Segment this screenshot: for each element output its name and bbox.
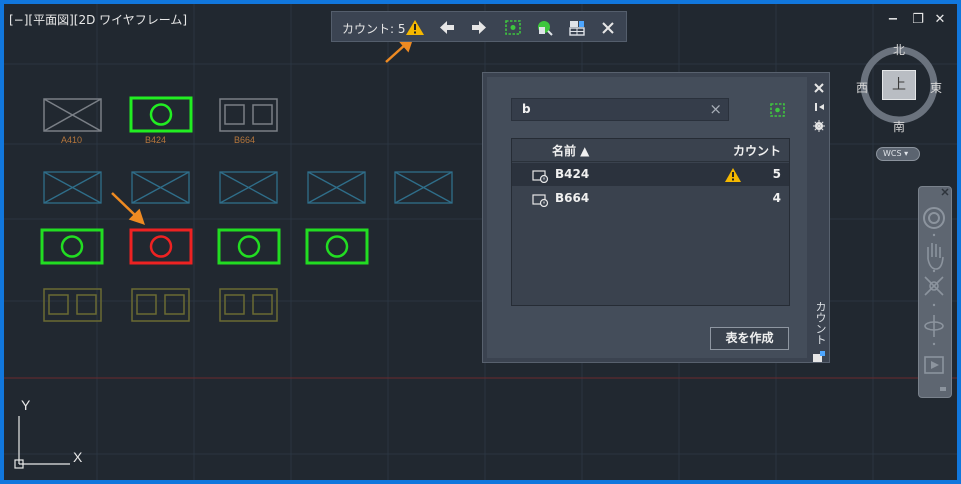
compass-east[interactable]: 東	[930, 79, 942, 96]
compass-west[interactable]: 西	[856, 79, 868, 96]
block-name: B424	[555, 167, 590, 181]
block-icon	[532, 192, 550, 211]
close-viewport-button[interactable]: ✕	[932, 12, 948, 28]
block-icon	[532, 168, 550, 187]
clear-search-icon[interactable]: ×	[709, 100, 722, 118]
list-item[interactable]: B424 5	[512, 163, 789, 186]
count-label: カウント:	[342, 22, 395, 36]
block-name: B664	[555, 191, 590, 205]
count-palette-icon	[812, 348, 826, 367]
list-item[interactable]: B664 4	[512, 187, 789, 210]
palette-title: カウント	[814, 301, 827, 345]
column-header-count[interactable]: カウント	[733, 142, 781, 159]
steering-wheel-icon[interactable]	[923, 207, 945, 229]
properties-gear-icon[interactable]	[813, 117, 825, 136]
block-b424-instance[interactable]	[305, 228, 369, 265]
ucs-icon	[14, 416, 70, 469]
navigation-bar-tools	[923, 188, 949, 391]
list-header: 名前 ▲ カウント	[512, 139, 789, 162]
palette-side-strip: カウント	[809, 75, 829, 362]
ucs-x-label: X	[73, 449, 83, 465]
block-label: B424	[145, 135, 166, 145]
warning-icon[interactable]	[405, 18, 425, 37]
select-objects-icon[interactable]	[769, 101, 787, 123]
search-value: b	[522, 102, 531, 116]
block-b424-green[interactable]	[129, 96, 193, 133]
create-table-button[interactable]: 表を作成	[710, 327, 789, 350]
count-palette: b × 名前 ▲ カウント B424 5 B664 4 表を作成 カウント	[482, 72, 830, 363]
navbar-options-icon[interactable]	[940, 387, 946, 391]
block-label: A410	[61, 135, 82, 145]
autohide-icon[interactable]	[813, 98, 825, 117]
block-b424-instance[interactable]	[40, 228, 104, 265]
block-count: 4	[772, 191, 781, 205]
orbit-icon[interactable]	[924, 315, 944, 337]
pan-hand-icon[interactable]	[927, 243, 944, 270]
close-palette-icon[interactable]	[813, 79, 825, 98]
block-count: 5	[772, 167, 781, 181]
column-header-name[interactable]: 名前 ▲	[552, 142, 589, 159]
restore-button[interactable]: ❐	[910, 12, 926, 28]
search-input[interactable]: b ×	[511, 98, 729, 121]
viewcube[interactable]: 北 南 東 西 上 WCS ▾	[854, 41, 954, 166]
navigation-bar	[918, 186, 952, 398]
insert-table-icon[interactable]	[567, 18, 587, 37]
close-navbar-icon[interactable]	[941, 188, 949, 196]
viewport-controls-label[interactable]: [−][平面図][2D ワイヤフレーム]	[9, 11, 187, 28]
next-arrow-icon[interactable]	[469, 18, 489, 37]
count-toolbar: カウント: 5	[331, 11, 627, 42]
minimize-button[interactable]: −	[885, 12, 901, 28]
block-count-list[interactable]: 名前 ▲ カウント B424 5 B664 4	[511, 138, 790, 306]
close-icon[interactable]	[598, 18, 618, 37]
zoom-extents-icon[interactable]	[924, 276, 944, 296]
viewcube-top-face[interactable]: 上	[882, 70, 916, 100]
count-toolbar-label: カウント: 5	[342, 20, 406, 37]
block-label: B664	[234, 135, 255, 145]
block-b424-error[interactable]	[129, 228, 193, 265]
compass-north[interactable]: 北	[893, 41, 905, 58]
block-a410[interactable]	[43, 98, 102, 132]
blocks-row-4[interactable]	[43, 288, 278, 322]
warning-icon[interactable]	[724, 167, 742, 187]
previous-arrow-icon[interactable]	[437, 18, 457, 37]
compass-south[interactable]: 南	[893, 118, 905, 135]
drawing-viewport[interactable]: A410 B424 B664 Y X [−][平面図][2D ワイヤフレーム] …	[4, 4, 957, 480]
wcs-menu-button[interactable]: WCS ▾	[876, 147, 920, 161]
ucs-y-label: Y	[21, 397, 31, 413]
find-replace-icon[interactable]	[534, 18, 554, 37]
zoom-selection-icon[interactable]	[503, 18, 523, 37]
block-b664[interactable]	[219, 98, 278, 132]
blocks-row-2[interactable]	[43, 171, 453, 204]
showmotion-icon[interactable]	[924, 356, 944, 374]
count-palette-body: b × 名前 ▲ カウント B424 5 B664 4 表を作成	[487, 77, 807, 358]
block-b424-instance[interactable]	[217, 228, 281, 265]
